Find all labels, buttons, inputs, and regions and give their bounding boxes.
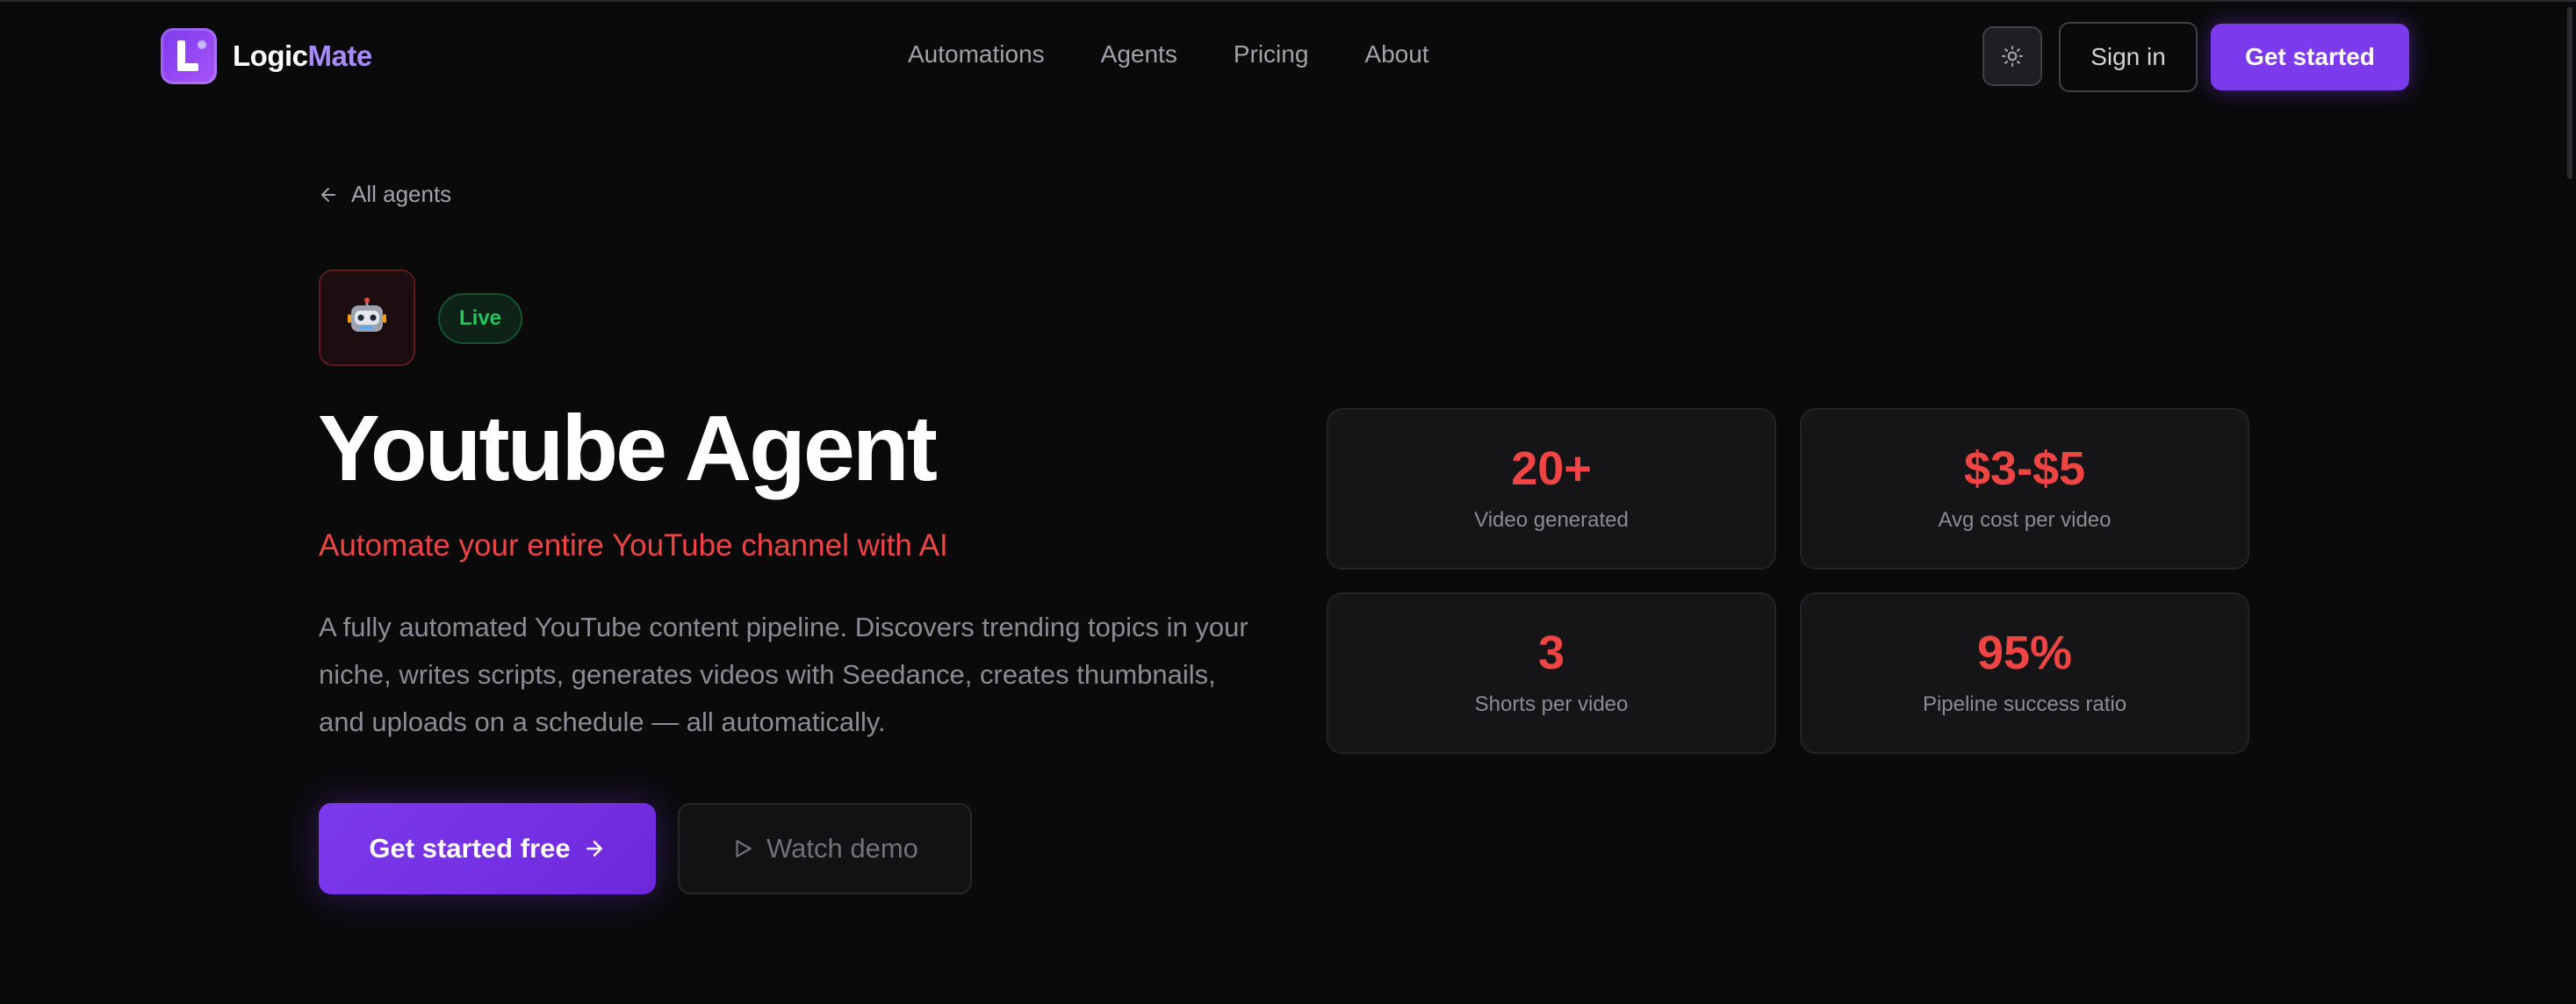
stat-card: 95% Pipeline success ratio	[1800, 592, 2249, 754]
back-to-agents-link[interactable]: All agents	[318, 181, 451, 208]
nav-item-pricing[interactable]: Pricing	[1234, 40, 1309, 68]
stat-label: Shorts per video	[1474, 692, 1629, 716]
stat-card: 20+ Video generated	[1327, 408, 1776, 570]
sun-icon	[2002, 46, 2023, 67]
brand-name-part2: Mate	[307, 39, 373, 72]
robot-face	[348, 298, 386, 332]
arrow-right-icon	[586, 841, 602, 857]
page-subtitle: Automate your entire YouTube channel wit…	[319, 528, 948, 563]
arrow-left-icon	[321, 187, 335, 202]
robot-icon	[319, 269, 415, 366]
agent-description: A fully automated YouTube content pipeli…	[319, 612, 1248, 737]
stat-card: 3 Shorts per video	[1327, 592, 1776, 754]
logo-mark-icon	[161, 28, 217, 84]
brand-name-part1: Logic	[233, 39, 308, 72]
nav-item-about[interactable]: About	[1364, 40, 1428, 68]
stat-value: 20+	[1511, 442, 1592, 495]
window-top-border	[0, 0, 2576, 2]
get-started-free-button[interactable]: Get started free	[319, 803, 656, 894]
stat-card: $3-$5 Avg cost per video	[1800, 408, 2249, 570]
theme-toggle-button[interactable]	[1982, 26, 2042, 86]
sign-in-button[interactable]: Sign in	[2059, 22, 2198, 92]
nav-item-agents[interactable]: Agents	[1101, 40, 1177, 68]
stat-value: 95%	[1976, 627, 2073, 679]
stat-value: 3	[1537, 627, 1565, 679]
stat-label: Avg cost per video	[1938, 508, 2112, 532]
scrollbar[interactable]	[2567, 7, 2572, 179]
stat-label: Pipeline success ratio	[1922, 692, 2127, 716]
watch-demo-label: Watch demo	[766, 833, 918, 864]
brand-name: LogicMate	[233, 39, 372, 73]
play-icon	[736, 840, 752, 857]
stat-value: $3-$5	[1963, 442, 2086, 495]
get-started-free-label: Get started free	[369, 833, 571, 864]
nav-item-automations[interactable]: Automations	[908, 40, 1045, 68]
page-title: Youtube Agent	[318, 397, 938, 500]
brand-logo[interactable]: LogicMate	[161, 28, 372, 84]
stat-label: Video generated	[1474, 508, 1629, 532]
status-badge: Live	[438, 293, 523, 344]
main-nav: Automations Agents Pricing About	[908, 40, 1429, 68]
watch-demo-button[interactable]: Watch demo	[678, 803, 972, 894]
back-link-label: All agents	[351, 181, 452, 207]
get-started-button[interactable]: Get started	[2211, 24, 2409, 90]
